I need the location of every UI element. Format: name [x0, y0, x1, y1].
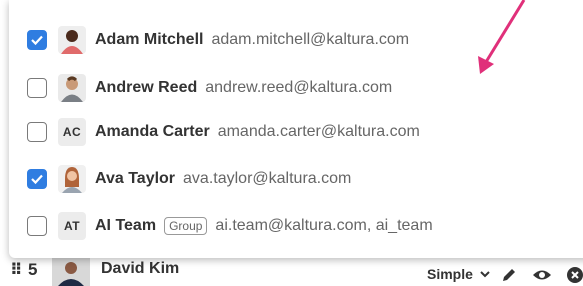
user-name: Adam Mitchell: [95, 31, 204, 48]
row-number: 5: [28, 260, 38, 279]
list-item[interactable]: Ava Taylor ava.taylor@kaltura.com: [9, 159, 583, 199]
chevron-down-icon: [480, 271, 490, 278]
list-item[interactable]: AT AI Team Group ai.team@kaltura.com, ai…: [9, 206, 583, 246]
pencil-icon[interactable]: [500, 266, 518, 284]
avatar-initials: AC: [58, 118, 86, 146]
list-item[interactable]: AC Amanda Carter amanda.carter@kaltura.c…: [9, 112, 583, 152]
group-name: AI Team: [95, 217, 157, 234]
group-email: ai.team@kaltura.com, ai_team: [215, 217, 433, 234]
eye-icon[interactable]: [532, 266, 552, 284]
avatar: [58, 26, 86, 54]
person-photo-icon: [52, 256, 90, 286]
group-badge: Group: [164, 217, 208, 235]
pointer-arrow-icon: [478, 0, 526, 74]
person-photo-icon: [58, 165, 86, 193]
role-select[interactable]: Simple: [427, 266, 491, 282]
person-photo-icon: [58, 74, 86, 102]
checkbox[interactable]: [27, 78, 47, 98]
drag-handle-icon[interactable]: ⠿: [10, 260, 23, 280]
row-name: David Kim: [101, 260, 180, 277]
user-email: ava.taylor@kaltura.com: [183, 170, 352, 187]
avatar: [58, 74, 86, 102]
user-name: Ava Taylor: [95, 170, 176, 187]
table-row: ⠿ 5 David Kim Simple: [0, 256, 583, 286]
avatar: [58, 165, 86, 193]
close-circle-icon[interactable]: [566, 266, 583, 284]
user-email: andrew.reed@kaltura.com: [205, 79, 393, 96]
check-icon: [31, 174, 43, 185]
checkbox[interactable]: [27, 122, 47, 142]
role-label: Simple: [427, 266, 473, 282]
user-email: adam.mitchell@kaltura.com: [211, 31, 410, 48]
checkbox[interactable]: [27, 216, 47, 236]
user-suggestion-dropdown: Adam Mitchell adam.mitchell@kaltura.com …: [9, 0, 583, 258]
check-icon: [31, 35, 43, 46]
checkbox[interactable]: [27, 169, 47, 189]
user-name: Amanda Carter: [95, 123, 210, 140]
user-name: Andrew Reed: [95, 79, 198, 96]
avatar-initials: AT: [58, 212, 86, 240]
avatar: [52, 256, 90, 286]
user-email: amanda.carter@kaltura.com: [217, 123, 420, 140]
person-photo-icon: [58, 26, 86, 54]
checkbox[interactable]: [27, 30, 47, 50]
